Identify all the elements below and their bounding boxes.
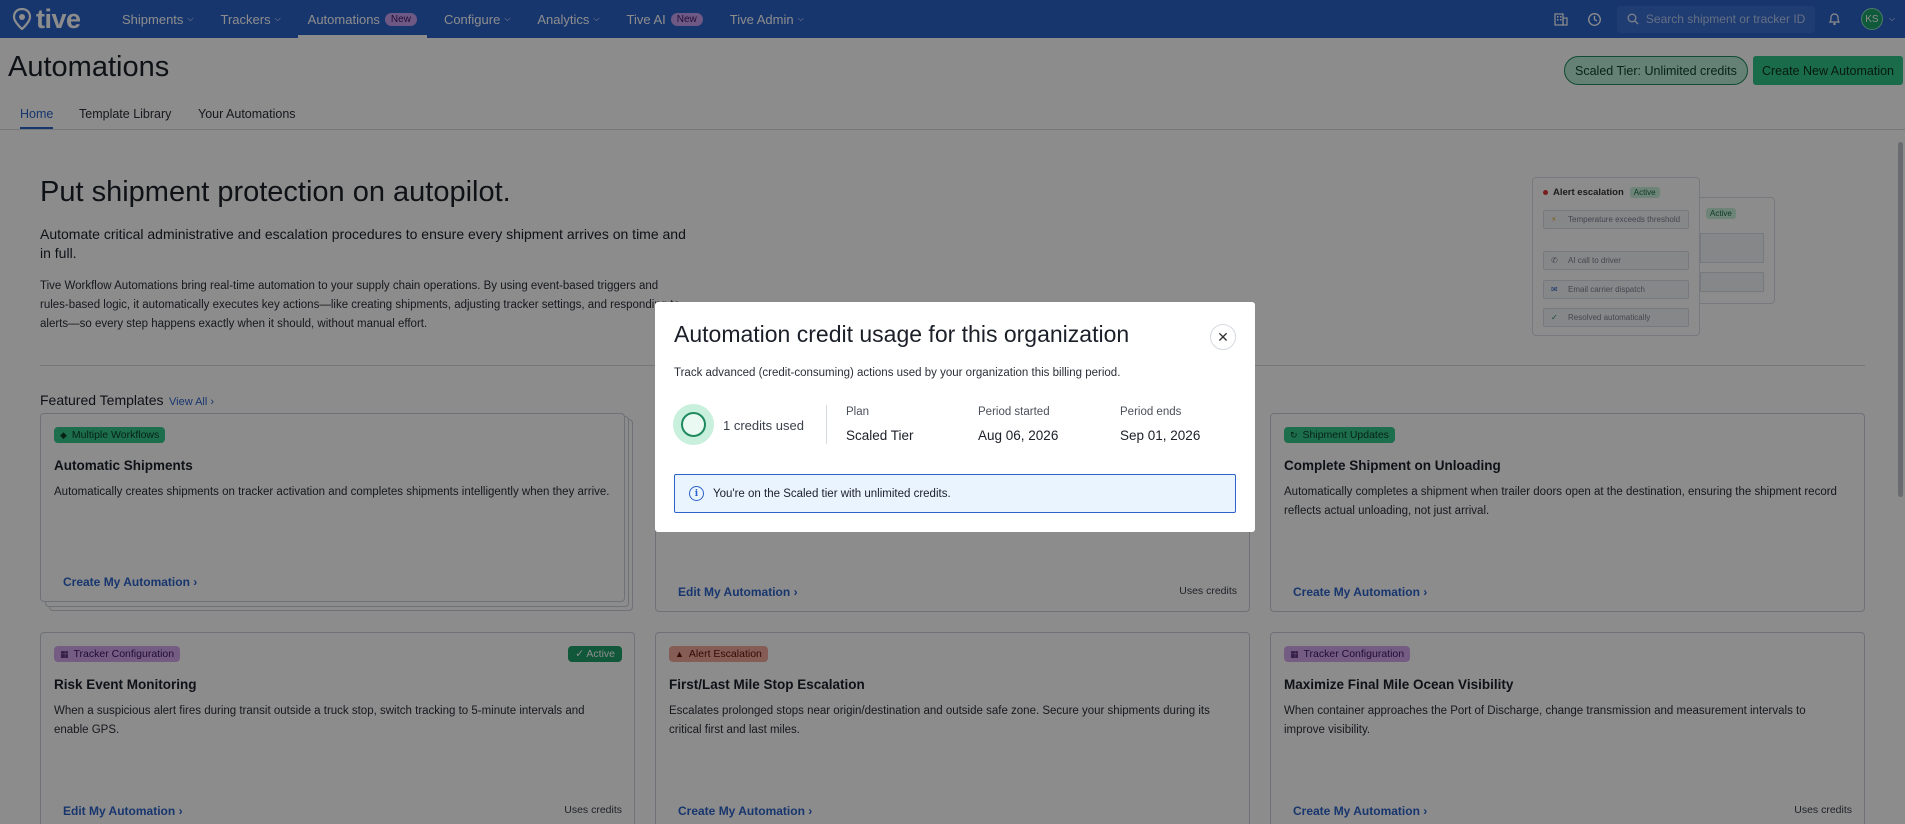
period-ends-label: Period ends <box>1120 406 1182 418</box>
modal-title: Automation credit usage for this organiz… <box>674 321 1130 347</box>
period-started-label: Period started <box>978 406 1050 418</box>
info-banner: i You're on the Scaled tier with unlimit… <box>674 474 1236 513</box>
plan-label: Plan <box>846 406 870 418</box>
credit-ring-icon <box>673 404 714 445</box>
stat-divider <box>826 405 827 444</box>
info-icon: i <box>689 486 704 501</box>
period-started-value: Aug 06, 2026 <box>978 428 1059 443</box>
close-icon[interactable]: ✕ <box>1210 324 1236 350</box>
modal-description: Track advanced (credit-consuming) action… <box>674 367 1121 379</box>
credit-usage-modal: Automation credit usage for this organiz… <box>655 302 1255 532</box>
plan-value: Scaled Tier <box>846 428 914 443</box>
info-text: You're on the Scaled tier with unlimited… <box>713 487 951 500</box>
period-ends-value: Sep 01, 2026 <box>1120 428 1201 443</box>
credits-used-text: 1 credits used <box>723 418 804 433</box>
